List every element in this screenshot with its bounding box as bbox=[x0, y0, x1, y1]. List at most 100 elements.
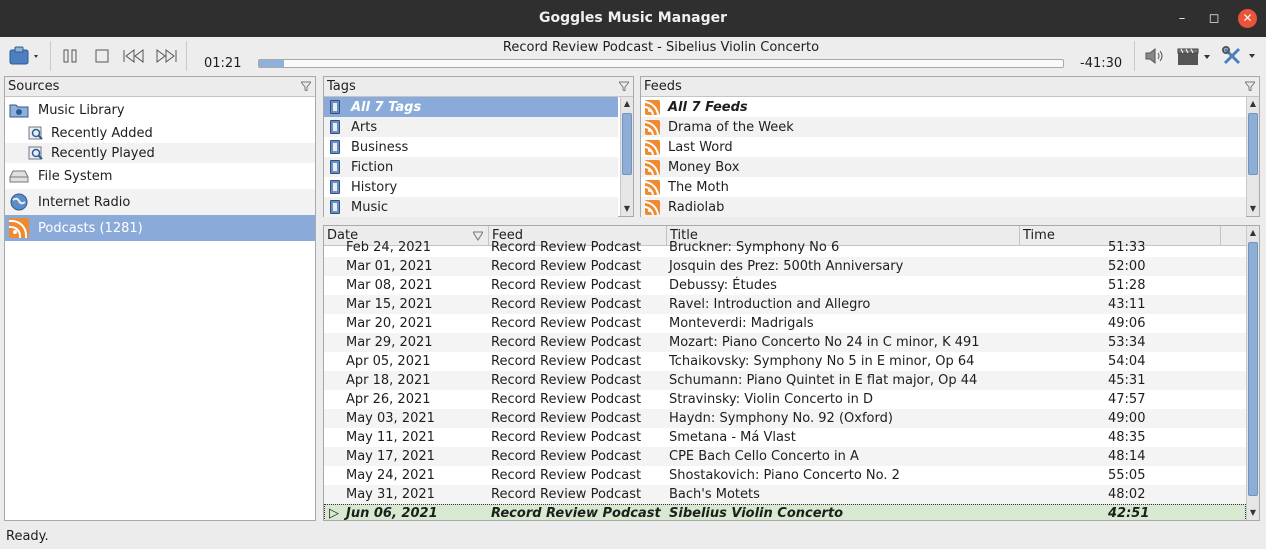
feed-item[interactable]: Money Box bbox=[641, 157, 1246, 177]
seek-bar[interactable] bbox=[258, 59, 1064, 68]
rss-icon bbox=[644, 159, 660, 175]
scroll-down-icon[interactable]: ▼ bbox=[621, 202, 633, 216]
tag-item-all[interactable]: All 7 Tags bbox=[324, 97, 618, 117]
source-label: Recently Played bbox=[51, 145, 155, 161]
stop-icon bbox=[95, 49, 109, 63]
cell-time: 51:28 bbox=[1108, 278, 1146, 293]
search-playlist-icon bbox=[27, 124, 45, 142]
sources-header[interactable]: Sources bbox=[5, 77, 315, 97]
tags-header[interactable]: Tags bbox=[324, 77, 633, 97]
video-menu-button[interactable] bbox=[1174, 45, 1216, 67]
feed-item[interactable]: Radiolab bbox=[641, 197, 1246, 217]
feed-label: The Moth bbox=[668, 179, 729, 195]
source-recently-added[interactable]: Recently Added bbox=[5, 123, 315, 143]
window-title: Goggles Music Manager bbox=[538, 10, 728, 26]
scroll-down-icon[interactable]: ▼ bbox=[1247, 202, 1259, 216]
previous-button[interactable] bbox=[120, 45, 148, 67]
volume-button[interactable] bbox=[1142, 45, 1168, 67]
cell-feed: Record Review Podcast bbox=[491, 468, 642, 483]
feed-label: Money Box bbox=[668, 159, 740, 175]
feed-label: Radiolab bbox=[668, 199, 725, 215]
next-button[interactable] bbox=[152, 45, 180, 67]
source-internet-radio[interactable]: Internet Radio bbox=[5, 189, 315, 215]
rss-icon bbox=[644, 179, 660, 195]
feed-item[interactable]: Drama of the Week bbox=[641, 117, 1246, 137]
close-button[interactable]: ✕ bbox=[1238, 9, 1257, 28]
cell-time: 49:06 bbox=[1108, 316, 1146, 331]
table-row[interactable]: Apr 05, 2021 Record Review Podcast Tchaiko… bbox=[324, 352, 1246, 371]
table-row[interactable]: Mar 08, 2021 Record Review Podcast Debussy… bbox=[324, 276, 1246, 295]
feeds-header[interactable]: Feeds bbox=[641, 77, 1259, 97]
table-row[interactable]: May 17, 2021 Record Review Podcast CPE Bac… bbox=[324, 447, 1246, 466]
cell-feed: Record Review Podcast bbox=[491, 354, 642, 369]
cell-title: Schumann: Piano Quintet in E flat major,… bbox=[669, 373, 978, 388]
seek-bar-fill bbox=[259, 60, 284, 67]
scroll-thumb[interactable] bbox=[1248, 113, 1258, 175]
minimize-button[interactable]: – bbox=[1172, 9, 1192, 29]
table-row[interactable]: Apr 18, 2021 Record Review Podcast Schuman… bbox=[324, 371, 1246, 390]
tag-item[interactable]: Music bbox=[324, 197, 618, 217]
cell-time: 45:31 bbox=[1108, 373, 1146, 388]
scroll-thumb[interactable] bbox=[1248, 242, 1258, 496]
table-row[interactable]: Mar 29, 2021 Record Review Podcast Mozart:… bbox=[324, 333, 1246, 352]
table-row-now-playing[interactable]: ▷ Jun 06, 2021 Record Review Podcast Sibeli… bbox=[324, 504, 1246, 520]
filter-icon[interactable] bbox=[1245, 81, 1255, 91]
source-music-library[interactable]: Music Library bbox=[5, 97, 315, 123]
feeds-scrollbar[interactable]: ▲ ▼ bbox=[1246, 97, 1259, 216]
feed-item-all[interactable]: All 7 Feeds bbox=[641, 97, 1246, 117]
table-row[interactable]: Mar 01, 2021 Record Review Podcast Josquin… bbox=[324, 257, 1246, 276]
table-row[interactable]: Apr 26, 2021 Record Review Podcast Stravin… bbox=[324, 390, 1246, 409]
tag-item[interactable]: Arts bbox=[324, 117, 618, 137]
cell-date: May 11, 2021 bbox=[346, 430, 435, 445]
filter-icon[interactable] bbox=[301, 81, 311, 91]
table-scrollbar[interactable]: ▲ ▼ bbox=[1246, 226, 1259, 520]
scroll-up-icon[interactable]: ▲ bbox=[1247, 226, 1259, 240]
source-label: Music Library bbox=[38, 102, 125, 118]
tag-item[interactable]: Business bbox=[324, 137, 618, 157]
table-row[interactable]: May 03, 2021 Record Review Podcast Haydn: … bbox=[324, 409, 1246, 428]
source-recently-played[interactable]: Recently Played bbox=[5, 143, 315, 163]
scroll-up-icon[interactable]: ▲ bbox=[621, 97, 633, 111]
rss-icon bbox=[644, 99, 660, 115]
tools-icon bbox=[1222, 46, 1255, 65]
source-podcasts[interactable]: Podcasts (1281) bbox=[5, 215, 315, 241]
cell-date: Mar 29, 2021 bbox=[346, 335, 433, 350]
cell-feed: Record Review Podcast bbox=[491, 487, 642, 502]
scroll-down-icon[interactable]: ▼ bbox=[1247, 506, 1259, 520]
clapperboard-icon bbox=[1177, 48, 1210, 65]
maximize-button[interactable]: ◻ bbox=[1204, 9, 1224, 29]
tools-menu-button[interactable] bbox=[1220, 45, 1262, 67]
feed-label: Drama of the Week bbox=[668, 119, 794, 135]
filter-icon[interactable] bbox=[619, 81, 629, 91]
cell-time: 48:14 bbox=[1108, 449, 1146, 464]
cell-date: Apr 05, 2021 bbox=[346, 354, 431, 369]
rss-icon bbox=[644, 139, 660, 155]
source-file-system[interactable]: File System bbox=[5, 163, 315, 189]
cell-time: 51:33 bbox=[1108, 240, 1146, 255]
open-menu-button[interactable] bbox=[6, 45, 44, 67]
table-row[interactable]: May 31, 2021 Record Review Podcast Bach's … bbox=[324, 485, 1246, 504]
stop-button[interactable] bbox=[90, 45, 114, 67]
table-row[interactable]: May 11, 2021 Record Review Podcast Smetana… bbox=[324, 428, 1246, 447]
source-label: Podcasts (1281) bbox=[38, 220, 143, 236]
table-row[interactable]: Mar 20, 2021 Record Review Podcast Monteve… bbox=[324, 314, 1246, 333]
feed-item[interactable]: The Moth bbox=[641, 177, 1246, 197]
cell-time: 52:00 bbox=[1108, 259, 1146, 274]
tag-item[interactable]: History bbox=[324, 177, 618, 197]
cell-feed: Record Review Podcast bbox=[491, 335, 642, 350]
pause-icon bbox=[63, 49, 77, 63]
tag-icon bbox=[327, 159, 343, 175]
table-row[interactable]: Feb 24, 2021 Record Review Podcast Bruckne… bbox=[324, 238, 1246, 257]
table-row[interactable]: May 24, 2021 Record Review Podcast Shostak… bbox=[324, 466, 1246, 485]
tag-item[interactable]: Fiction bbox=[324, 157, 618, 177]
status-text: Ready. bbox=[6, 529, 49, 544]
cell-date: May 24, 2021 bbox=[346, 468, 435, 483]
scroll-up-icon[interactable]: ▲ bbox=[1247, 97, 1259, 111]
table-row[interactable]: Mar 15, 2021 Record Review Podcast Ravel: … bbox=[324, 295, 1246, 314]
scroll-thumb[interactable] bbox=[622, 113, 632, 175]
feed-item[interactable]: Last Word bbox=[641, 137, 1246, 157]
pause-button[interactable] bbox=[58, 45, 82, 67]
tags-scrollbar[interactable]: ▲ ▼ bbox=[620, 97, 633, 216]
episodes-table: Date Feed Title Time Feb 24, 2021 Record … bbox=[323, 225, 1260, 521]
sources-panel: Sources Music Library Recently Added Rec… bbox=[4, 76, 316, 521]
